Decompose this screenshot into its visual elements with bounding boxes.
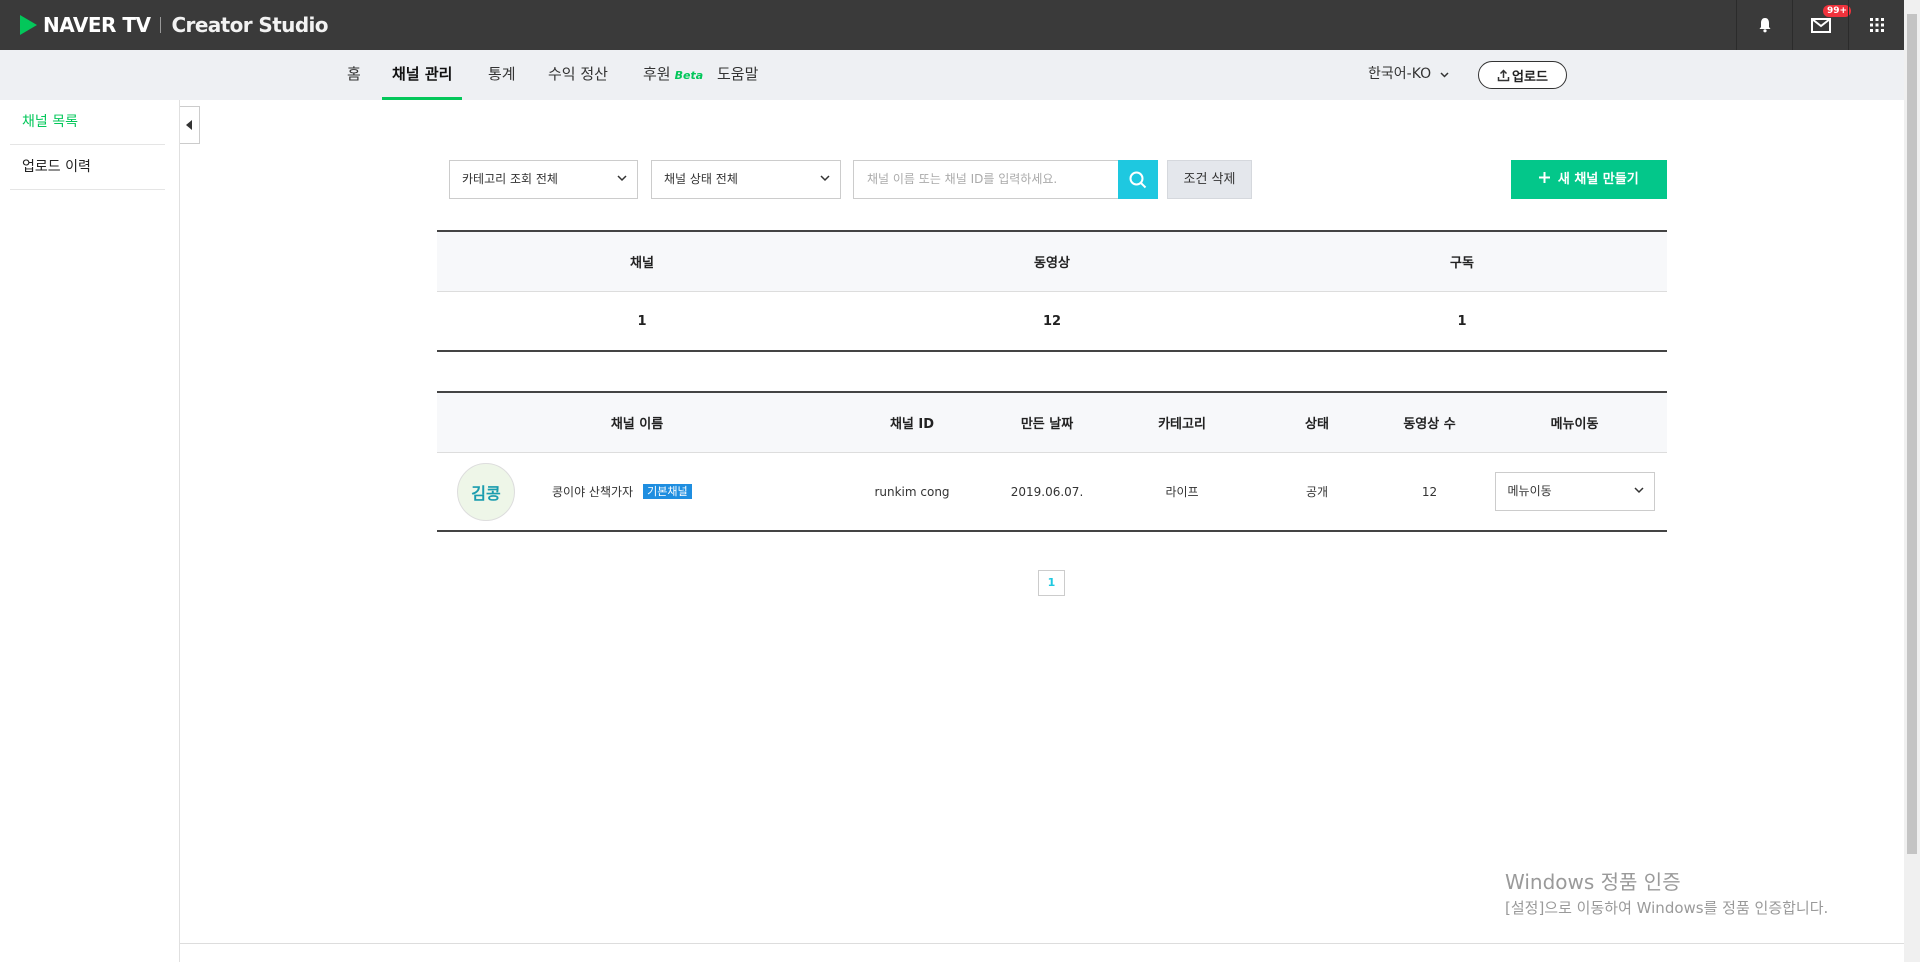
language-selector[interactable]: 한국어-KO (1368, 50, 1449, 100)
chevron-down-icon (1633, 487, 1644, 494)
channel-status: 공개 (1305, 485, 1329, 499)
new-channel-label: 새 채널 만들기 (1557, 172, 1639, 187)
channel-search-input[interactable]: 채널 이름 또는 채널 ID를 입력하세요. (853, 160, 1119, 199)
channel-list-table: 채널 이름 채널 ID 만든 날짜 카테고리 상태 동영상 수 메뉴이동 김콩 … (437, 391, 1667, 532)
studio-name: Creator Studio (171, 13, 328, 37)
col-video-count: 동영상 수 (1403, 417, 1456, 432)
mail-icon (1810, 17, 1831, 33)
chevron-down-icon (617, 175, 627, 182)
watermark-subtitle: [설정]으로 이동하여 Windows를 정품 인증합니다. (1505, 899, 1829, 917)
channel-created-date: 2019.06.07. (1010, 484, 1084, 499)
channel-category: 라이프 (1165, 485, 1199, 499)
top-bar: NAVER TV Creator Studio 99+ (0, 0, 1904, 50)
pagination-page-1[interactable]: 1 (1038, 570, 1065, 596)
top-icons: 99+ (1736, 0, 1904, 50)
nav-sponsorship[interactable]: 후원 Beta (643, 50, 703, 100)
watermark-title: Windows 정품 인증 (1505, 870, 1681, 894)
apps-grid-icon (1869, 18, 1884, 32)
plus-icon (1539, 172, 1551, 183)
table-row[interactable]: 김콩 콩이야 산책가자 기본채널 runkim cong 2019.06.07.… (437, 453, 1667, 530)
brand-name: NAVER TV (43, 13, 151, 37)
col-status: 상태 (1305, 417, 1329, 432)
language-label: 한국어-KO (1368, 66, 1432, 82)
table-header-row: 채널 이름 채널 ID 만든 날짜 카테고리 상태 동영상 수 메뉴이동 (437, 393, 1667, 453)
col-menu: 메뉴이동 (1550, 417, 1599, 432)
reset-filters-button[interactable]: 조건 삭제 (1167, 160, 1252, 199)
summary-header-row: 채널 동영상 구독 (437, 232, 1667, 292)
summary-header-subscribers: 구독 (1450, 256, 1474, 271)
category-select[interactable]: 카테고리 조회 전체 (449, 160, 638, 199)
channel-avatar[interactable]: 김콩 (457, 463, 515, 521)
channel-id: runkim cong (874, 484, 950, 499)
sidebar-item-channel-list[interactable]: 채널 목록 (10, 100, 165, 145)
summary-value-row: 1 12 1 (437, 292, 1667, 350)
chevron-down-icon (1440, 72, 1449, 78)
menu-move-value: 메뉴이동 (1507, 484, 1552, 498)
sidebar-collapse-button[interactable] (180, 106, 200, 144)
summary-header-channels: 채널 (630, 256, 654, 271)
new-channel-button[interactable]: 새 채널 만들기 (1511, 160, 1667, 199)
summary-videos-count: 12 (1042, 313, 1062, 329)
summary-subscribers-count: 1 (1457, 313, 1467, 329)
channel-video-count: 12 (1421, 484, 1438, 499)
mail-count-badge: 99+ (1823, 5, 1852, 17)
upload-label: 업로드 (1512, 69, 1548, 85)
page-scrollbar[interactable] (1904, 0, 1920, 962)
menu-move-select[interactable]: 메뉴이동 (1494, 472, 1655, 511)
nav-statistics[interactable]: 통계 (488, 50, 516, 100)
scrollbar-thumb[interactable] (1907, 14, 1917, 854)
default-channel-badge: 기본채널 (643, 484, 692, 499)
search-button[interactable] (1118, 160, 1158, 199)
status-select-value: 채널 상태 전체 (664, 172, 738, 186)
summary-channels-count: 1 (637, 313, 647, 329)
nav-home[interactable]: 홈 (347, 50, 361, 100)
logo-divider (160, 17, 162, 33)
channel-summary-table: 채널 동영상 구독 1 12 1 (437, 230, 1667, 352)
nav-sponsorship-label: 후원 (643, 65, 671, 83)
upload-button[interactable]: 업로드 (1478, 61, 1567, 89)
footer-divider (180, 943, 1904, 944)
channel-name[interactable]: 콩이야 산책가자 (552, 483, 633, 500)
sidebar-item-upload-history[interactable]: 업로드 이력 (10, 145, 165, 190)
sidebar: 채널 목록 업로드 이력 (0, 100, 180, 962)
mail-button[interactable]: 99+ (1792, 0, 1852, 50)
beta-label: Beta (674, 69, 704, 82)
apps-button[interactable] (1848, 0, 1904, 50)
col-channel-name: 채널 이름 (610, 417, 664, 432)
menu-cell: 메뉴이동 (1482, 453, 1667, 530)
search-icon (1129, 171, 1147, 188)
main-nav: 홈 채널 관리 통계 수익 정산 후원 Beta 도움말 한국어-KO 업로드 (0, 50, 1904, 100)
bell-icon (1759, 18, 1770, 33)
summary-header-videos: 동영상 (1034, 256, 1070, 271)
chevron-down-icon (820, 175, 830, 182)
nav-revenue[interactable]: 수익 정산 (548, 50, 608, 100)
category-select-value: 카테고리 조회 전체 (462, 172, 558, 186)
caret-left-icon (186, 120, 192, 130)
play-logo-icon (20, 15, 37, 35)
windows-activation-watermark: Windows 정품 인증 [설정]으로 이동하여 Windows를 정품 인증… (1505, 866, 1828, 918)
nav-help[interactable]: 도움말 (717, 50, 758, 100)
upload-icon (1497, 68, 1510, 81)
naver-tv-logo[interactable]: NAVER TV Creator Studio (20, 12, 329, 38)
col-channel-id: 채널 ID (889, 417, 935, 432)
status-select[interactable]: 채널 상태 전체 (651, 160, 841, 199)
col-category: 카테고리 (1158, 417, 1206, 432)
nav-channel-management[interactable]: 채널 관리 (382, 50, 463, 100)
col-created-date: 만든 날짜 (1020, 417, 1074, 432)
notifications-button[interactable] (1736, 0, 1792, 50)
